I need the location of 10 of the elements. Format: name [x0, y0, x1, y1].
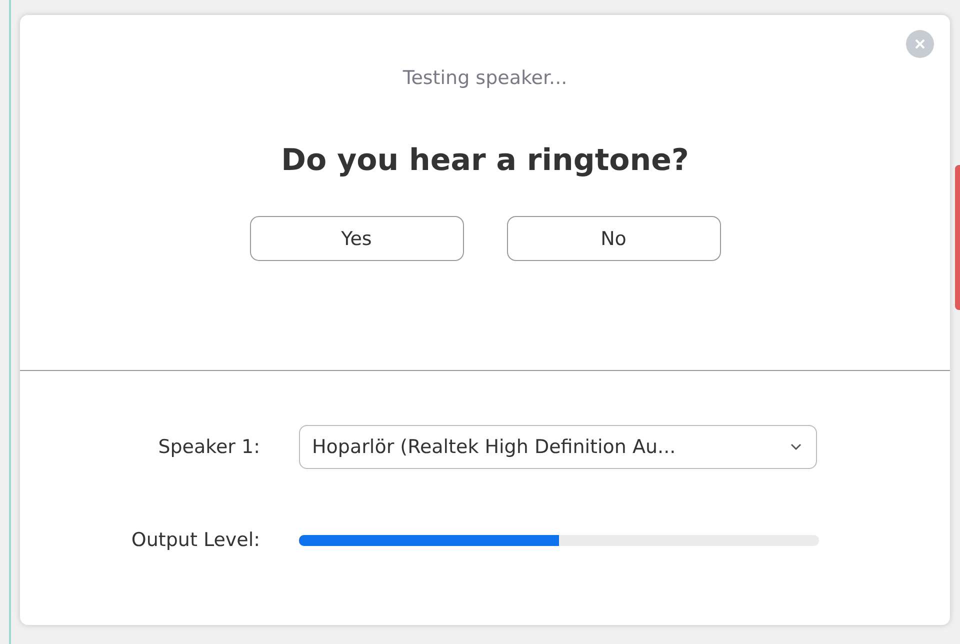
- chevron-icon: [790, 443, 802, 451]
- output-level-label: Output Level:: [130, 529, 260, 551]
- close-icon: [915, 39, 925, 49]
- answer-button[interactable]: No: [506, 216, 720, 261]
- speaker-dropdown[interactable]: Hoparlör (Realtek High Definition Au...: [299, 425, 817, 469]
- answer-button[interactable]: Yes: [250, 216, 464, 261]
- status-text: Testing speaker...: [402, 67, 568, 89]
- close-button[interactable]: [906, 30, 934, 58]
- speaker-label: Speaker 1:: [157, 436, 260, 458]
- question-heading: Do you hear a ringtone?: [281, 143, 689, 178]
